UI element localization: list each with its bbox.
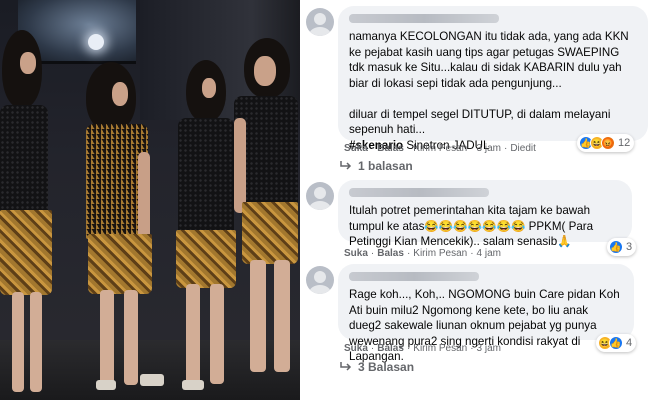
comment-bubble: Itulah potret pemerintahan kita tajam ke…: [338, 180, 632, 248]
person-figure: [228, 38, 300, 400]
send-message-link[interactable]: Kirim Pesan: [413, 248, 467, 259]
reaction-summary[interactable]: 👍 😆 😡 12: [577, 134, 635, 152]
comment-actions: Suka · Balas · Kirim Pesan · 3 jam · Diedit: [344, 143, 536, 154]
reaction-summary[interactable]: 👍 3: [607, 238, 637, 256]
comment-timestamp[interactable]: 3 jam: [477, 143, 501, 154]
like-icon: 👍: [609, 240, 623, 254]
commenter-name[interactable]: [349, 272, 479, 281]
view-replies-button[interactable]: 3 Balasan: [340, 360, 414, 374]
comment-bubble: namanya KECOLONGAN itu tidak ada, yang a…: [338, 6, 648, 152]
person-figure: [0, 30, 60, 400]
photo-image: [0, 0, 300, 400]
comment-actions: Suka · Balas · Kirim Pesan · 3 jam: [344, 343, 501, 354]
reaction-summary[interactable]: 😆 👍 4: [596, 334, 637, 352]
reply-arrow-icon: [340, 362, 352, 371]
avatar[interactable]: [306, 182, 334, 210]
reply-button[interactable]: Balas: [377, 143, 404, 154]
reply-button[interactable]: Balas: [377, 248, 404, 259]
comment-actions: Suka · Balas · Kirim Pesan · 4 jam: [344, 248, 501, 259]
angry-icon: 😡: [601, 136, 615, 150]
comment-bubble: Rage koh..., Koh,.. NGOMONG buin Care pi…: [338, 264, 634, 363]
comment-text: Itulah potret pemerintahan kita tajam ke…: [349, 204, 597, 248]
send-message-link[interactable]: Kirim Pesan: [413, 143, 467, 154]
reply-button[interactable]: Balas: [377, 343, 404, 354]
send-message-link[interactable]: Kirim Pesan: [413, 343, 467, 354]
like-button[interactable]: Suka: [344, 143, 368, 154]
like-icon: 👍: [609, 336, 623, 350]
view-replies-button[interactable]: 1 balasan: [340, 159, 413, 173]
edited-label: Diedit: [510, 143, 536, 154]
avatar[interactable]: [306, 266, 334, 294]
like-button[interactable]: Suka: [344, 343, 368, 354]
avatar[interactable]: [306, 8, 334, 36]
like-button[interactable]: Suka: [344, 248, 368, 259]
commenter-name[interactable]: [349, 14, 499, 23]
comment-timestamp[interactable]: 3 jam: [477, 343, 501, 354]
commenter-name[interactable]: [349, 188, 489, 197]
person-figure: [78, 62, 168, 400]
reply-arrow-icon: [340, 161, 352, 170]
comments-panel: namanya KECOLONGAN itu tidak ada, yang a…: [300, 0, 650, 400]
comment-timestamp[interactable]: 4 jam: [477, 248, 501, 259]
